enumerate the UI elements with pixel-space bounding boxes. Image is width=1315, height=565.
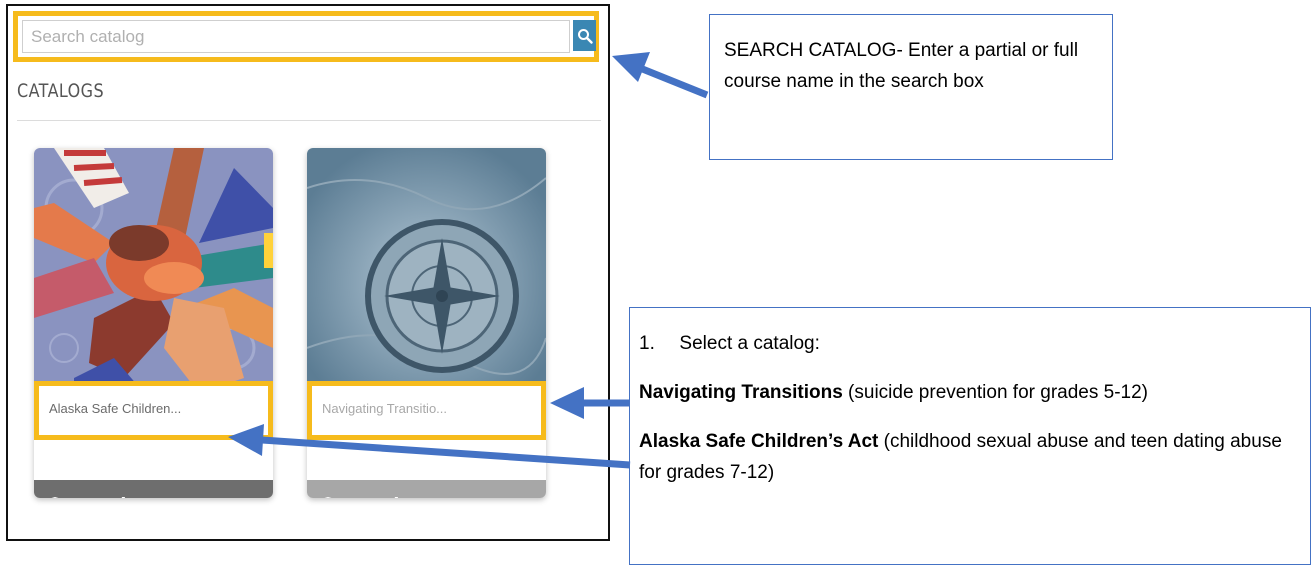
arrow-icon [550,387,630,419]
annotation-arrows [228,52,709,469]
arrow-icon [612,52,709,99]
arrow-icon [228,424,631,469]
